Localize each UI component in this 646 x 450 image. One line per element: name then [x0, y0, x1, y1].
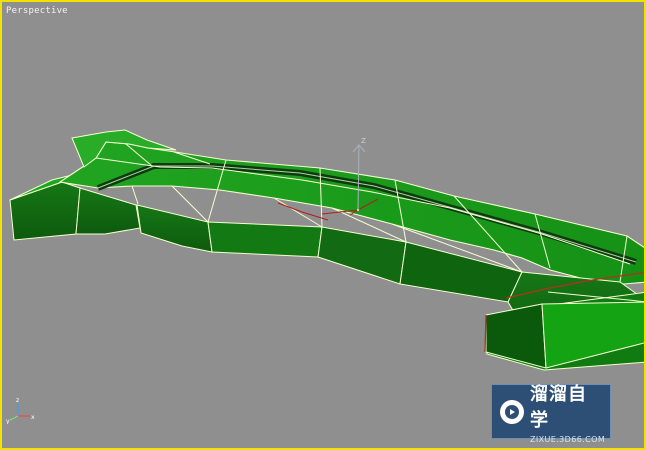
watermark-title: 溜溜自学 [530, 383, 587, 431]
perspective-viewport[interactable]: Perspective Z z x y 溜溜自学 ZIXUE.3D66.COM [0, 0, 646, 450]
axis-tripod-icon: z x y [6, 397, 35, 424]
axis-z-label: z [16, 397, 19, 404]
main-mesh[interactable] [9, 129, 646, 371]
play-icon [500, 399, 524, 424]
watermark-badge: 溜溜自学 ZIXUE.3D66.COM [491, 384, 611, 444]
axis-x-label: x [31, 414, 35, 421]
watermark-subtitle: ZIXUE.3D66.COM [530, 434, 606, 444]
axis-y-label: y [6, 418, 10, 424]
gizmo-axis-label: Z [361, 137, 366, 145]
